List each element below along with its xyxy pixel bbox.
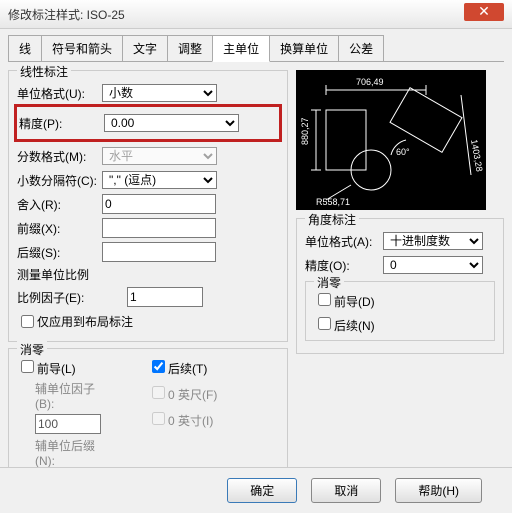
scale-input[interactable] (127, 287, 203, 307)
ok-button[interactable]: 确定 (227, 478, 297, 503)
angle-leading-label: 前导(D) (334, 295, 375, 309)
angle-group: 角度标注 单位格式(A):十进制度数 精度(O):0 消零 前导(D) 后续(N… (296, 218, 504, 354)
angle-zero-group: 消零 前导(D) 后续(N) (305, 281, 495, 341)
unit-format-select[interactable]: 小数 (102, 84, 217, 102)
tab-fit[interactable]: 调整 (167, 35, 213, 61)
angle-trailing-label: 后续(N) (334, 319, 375, 333)
tab-primary[interactable]: 主单位 (212, 35, 270, 62)
preview-pane: 706,49 880,27 1403,28 60° R558,71 (296, 70, 486, 210)
feet-label: 0 英尺(F) (168, 388, 217, 402)
close-button[interactable]: ✕ (464, 3, 504, 21)
trailing-check[interactable] (152, 360, 165, 373)
dec-sep-select[interactable]: "," (逗点) (102, 171, 217, 189)
round-input[interactable] (102, 194, 216, 214)
angle-zero-legend: 消零 (314, 274, 344, 291)
dec-sep-label: 小数分隔符(C): (17, 172, 102, 189)
leading-check[interactable] (21, 360, 34, 373)
subfactor-label: 辅单位因子(B): (35, 380, 110, 411)
angle-unit-select[interactable]: 十进制度数 (383, 232, 483, 250)
frac-format-label: 分数格式(M): (17, 148, 102, 165)
linear-dim-group: 线性标注 单位格式(U):小数 精度(P):0.00 分数格式(M):水平 小数… (8, 70, 288, 342)
angle-leading-check[interactable] (318, 293, 331, 306)
leading-label: 前导(L) (37, 362, 76, 376)
trailing-label: 后续(T) (168, 362, 207, 376)
svg-text:R558,71: R558,71 (316, 197, 350, 207)
svg-text:1403,28: 1403,28 (469, 139, 484, 173)
help-button[interactable]: 帮助(H) (395, 478, 482, 503)
suffix-input[interactable] (102, 242, 216, 262)
svg-text:880,27: 880,27 (300, 117, 310, 145)
precision-highlight: 精度(P):0.00 (14, 104, 282, 142)
frac-format-select[interactable]: 水平 (102, 147, 217, 165)
titlebar: 修改标注样式: ISO-25 ✕ (0, 0, 512, 29)
inch-label: 0 英寸(I) (168, 414, 213, 428)
zero-legend: 消零 (17, 341, 47, 358)
suffix-label: 后缀(S): (17, 244, 102, 261)
subsuffix-label: 辅单位后缀(N): (35, 437, 110, 468)
round-label: 舍入(R): (17, 196, 102, 213)
precision-select[interactable]: 0.00 (104, 114, 239, 132)
angle-legend: 角度标注 (305, 211, 359, 228)
button-row: 确定 取消 帮助(H) (0, 467, 512, 513)
precision-label: 精度(P): (19, 115, 104, 132)
scale-label: 比例因子(E): (17, 289, 102, 306)
tab-tol[interactable]: 公差 (338, 35, 384, 61)
window-title: 修改标注样式: ISO-25 (8, 6, 125, 23)
prefix-input[interactable] (102, 218, 216, 238)
tab-text[interactable]: 文字 (122, 35, 168, 61)
angle-prec-select[interactable]: 0 (383, 256, 483, 274)
preview-svg: 706,49 880,27 1403,28 60° R558,71 (296, 70, 486, 210)
layout-only-check[interactable] (21, 315, 34, 328)
layout-only-label: 仅应用到布局标注 (37, 313, 133, 330)
feet-check (152, 386, 165, 399)
unit-format-label: 单位格式(U): (17, 85, 102, 102)
angle-trailing-check[interactable] (318, 317, 331, 330)
angle-unit-label: 单位格式(A): (305, 233, 383, 250)
tab-lines[interactable]: 线 (8, 35, 42, 61)
tabs: 线 符号和箭头 文字 调整 主单位 换算单位 公差 (8, 35, 504, 62)
prefix-label: 前缀(X): (17, 220, 102, 237)
cancel-button[interactable]: 取消 (311, 478, 381, 503)
inch-check (152, 412, 165, 425)
linear-legend: 线性标注 (17, 63, 71, 80)
measure-legend: 测量单位比例 (17, 266, 279, 283)
svg-text:706,49: 706,49 (356, 77, 384, 87)
angle-prec-label: 精度(O): (305, 257, 383, 274)
tab-symbols[interactable]: 符号和箭头 (41, 35, 123, 61)
svg-text:60°: 60° (396, 147, 410, 157)
subfactor-input (35, 414, 101, 434)
tab-alt[interactable]: 换算单位 (269, 35, 339, 61)
